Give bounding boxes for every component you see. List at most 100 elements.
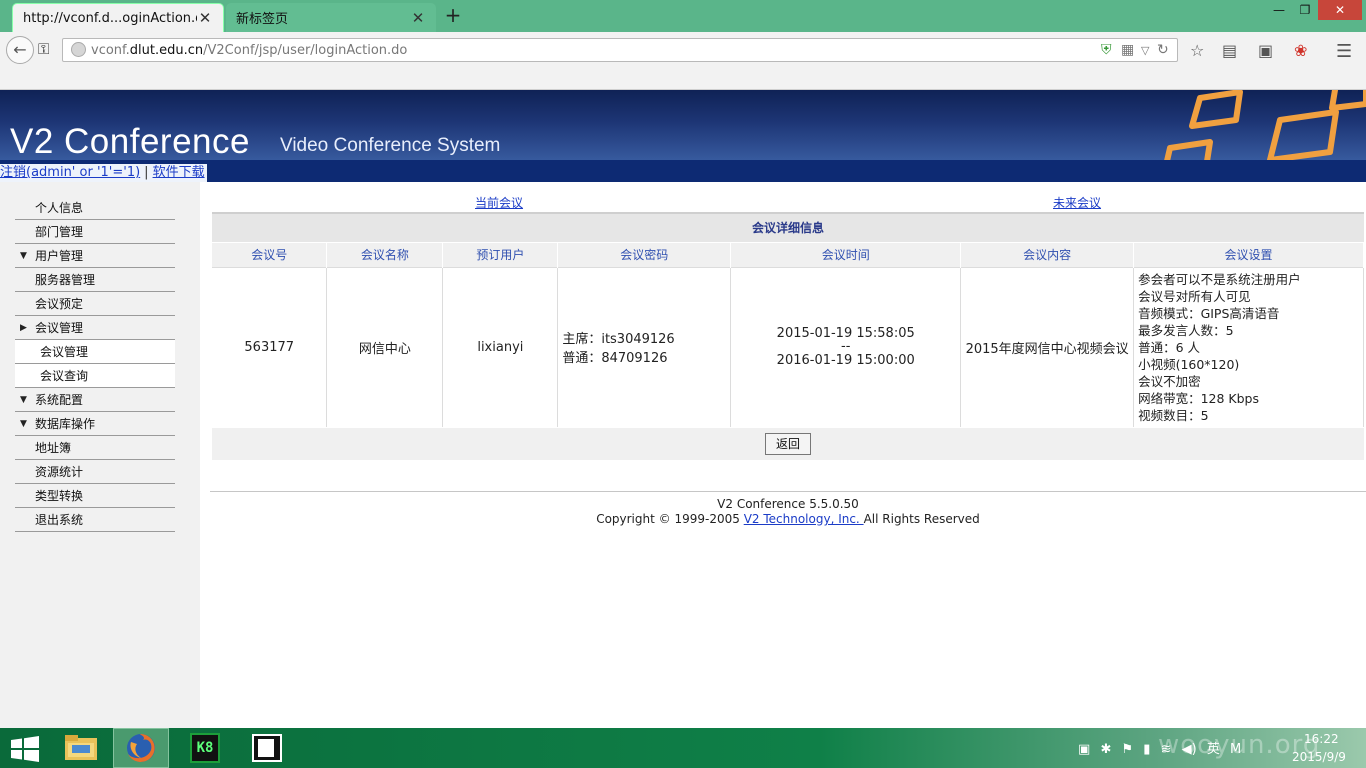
sidebar-item-personal-info[interactable]: 个人信息 [15, 196, 175, 220]
sidebar: 个人信息 部门管理 ▼ 用户管理 服务器管理 会议预定 ▶ 会议管理 会议管理 会议… [0, 182, 200, 728]
sidebar-subitem-meeting-query[interactable]: 会议查询 [15, 364, 175, 388]
sidebar-item-booking[interactable]: 会议预定 [15, 292, 175, 316]
new-tab-button[interactable]: + [442, 5, 464, 27]
url-domain-prefix: vconf. [91, 43, 130, 58]
sidebar-subitem-meeting-manage[interactable]: 会议管理 [15, 340, 175, 364]
sidebar-item-system-config[interactable]: ▼ 系统配置 [15, 388, 175, 412]
volume-icon[interactable]: ◀) [1182, 742, 1197, 757]
back-icon[interactable]: ← [6, 36, 34, 64]
chair-password: 主席：its3049126 [562, 332, 675, 348]
sidebar-item-label: 系统配置 [35, 393, 84, 407]
addon-icon[interactable]: ❀ [1294, 41, 1307, 60]
bluetooth-icon[interactable]: ✱ [1100, 742, 1111, 757]
pocket-icon[interactable]: ▣ [1258, 41, 1273, 60]
time-separator: -- [841, 339, 851, 355]
footer-version: V2 Conference 5.5.0.50 [717, 497, 859, 511]
windows-start-icon[interactable] [10, 736, 40, 762]
clock-date[interactable]: 2015/9/9 [1292, 750, 1346, 764]
globe-icon[interactable] [71, 42, 86, 57]
banner-decoration [1164, 90, 1366, 160]
sidebar-item-label: 会议管理 [35, 321, 84, 335]
sidebar-item-address-book[interactable]: 地址簿 [15, 436, 175, 460]
browser-titlebar: http://vconf.d...oginAction.do ✕ 新标签页 ✕ … [0, 0, 1366, 32]
separator: | [144, 165, 149, 180]
close-window-icon[interactable]: ✕ [1318, 0, 1362, 20]
firefox-icon[interactable] [113, 728, 169, 768]
language-indicator[interactable]: 英 [1207, 742, 1220, 757]
return-button[interactable]: 返回 [765, 433, 811, 455]
meeting-id: 563177 [212, 266, 328, 427]
shield-icon[interactable]: ⛨ [1101, 42, 1112, 58]
copyright-text: Copyright © 1999-2005 [596, 512, 744, 526]
column-header: 会议名称 [326, 243, 444, 267]
tab-title: 新标签页 [236, 12, 289, 27]
meeting-tab-links: 当前会议 未来会议 [212, 194, 1364, 212]
toolbar-spacer [0, 68, 1366, 90]
user-bar: 注销(admin' or '1'='1) | 软件下载 [0, 160, 1366, 182]
future-meeting-link[interactable]: 未来会议 [1053, 194, 1101, 211]
setting-line: 最多发言人数：5 [1138, 322, 1234, 338]
meeting-settings: 参会者可以不是系统注册用户 会议号对所有人可见 音频模式：GIPS高清语音 最多… [1133, 266, 1364, 427]
sidebar-item-database[interactable]: ▼ 数据库操作 [15, 412, 175, 436]
detail-title: 会议详细信息 [212, 212, 1364, 242]
clock-time[interactable]: 16:22 [1304, 732, 1339, 746]
user-links: 注销(admin' or '1'='1) | 软件下载 [0, 164, 207, 182]
normal-password: 普通：84709126 [562, 351, 668, 367]
tab-close-icon[interactable]: ✕ [197, 9, 213, 27]
url-bar[interactable]: vconf.dlut.edu.cn/V2Conf/jsp/user/loginA… [62, 38, 1178, 62]
star-icon[interactable]: ☆ [1190, 41, 1204, 60]
booking-user: lixianyi [442, 266, 559, 427]
column-header: 会议密码 [557, 243, 732, 267]
sidebar-item-label: 会议管理 [40, 345, 89, 359]
meeting-detail-table: 会议号 会议名称 预订用户 会议密码 会议时间 会议内容 会议设置 563177… [212, 243, 1364, 427]
browser-tab-active[interactable]: http://vconf.d...oginAction.do ✕ [12, 3, 224, 32]
footer-divider [210, 491, 1366, 492]
minimize-icon[interactable]: — [1266, 0, 1292, 20]
qr-icon[interactable]: ▦ [1121, 42, 1134, 58]
window-app-icon[interactable] [239, 728, 295, 768]
column-header: 会议时间 [730, 243, 962, 267]
setting-line: 普通：6 人 [1138, 339, 1200, 355]
footer-copyright: Copyright © 1999-2005 V2 Technology, Inc… [200, 512, 1366, 526]
sidebar-item-resource-stats[interactable]: 资源统计 [15, 460, 175, 484]
k8-app-icon[interactable]: K8 [177, 728, 233, 768]
sidebar-item-exit[interactable]: 退出系统 [15, 508, 175, 532]
logout-link[interactable]: 注销(admin' or '1'='1) [0, 165, 140, 180]
chevron-down-icon[interactable]: ▽ [1141, 44, 1149, 57]
tab-close-icon[interactable]: ✕ [410, 9, 426, 27]
system-tray: ▣ ✱ ⚑ ▮ ≋ ◀) 英 M [1078, 738, 1247, 758]
sidebar-item-label: 退出系统 [35, 513, 84, 527]
return-row: 返回 [212, 428, 1364, 460]
sidebar-item-type-convert[interactable]: 类型转换 [15, 484, 175, 508]
folder-icon [65, 735, 97, 760]
sidebar-item-servers[interactable]: 服务器管理 [15, 268, 175, 292]
battery-icon[interactable]: ▮ [1143, 742, 1150, 757]
action-center-icon[interactable]: ⚑ [1121, 742, 1133, 757]
expanded-triangle-icon: ▼ [20, 395, 27, 405]
restore-icon[interactable]: ❐ [1292, 0, 1318, 20]
url-text[interactable]: vconf.dlut.edu.cn/V2Conf/jsp/user/loginA… [91, 43, 407, 58]
expanded-triangle-icon: ▼ [20, 419, 27, 429]
software-download-link[interactable]: 软件下载 [153, 165, 205, 180]
tab-title: http://vconf.d...oginAction.do [23, 10, 197, 26]
setting-line: 音频模式：GIPS高清语音 [1138, 305, 1280, 321]
column-header: 会议号 [212, 243, 328, 267]
reload-icon[interactable]: ↻ [1157, 42, 1169, 58]
sidebar-item-department[interactable]: 部门管理 [15, 220, 175, 244]
menu-icon[interactable]: ☰ [1336, 41, 1352, 62]
column-header: 预订用户 [442, 243, 559, 267]
taskbar: K8 wooyun.org ▣ ✱ ⚑ ▮ ≋ ◀) 英 M 16:22 201… [0, 728, 1366, 768]
url-path: /V2Conf/jsp/user/loginAction.do [203, 43, 408, 58]
key-icon[interactable]: ⚿ [38, 40, 49, 58]
tray-app-icon[interactable]: ▣ [1078, 742, 1090, 757]
setting-line: 会议不加密 [1138, 373, 1201, 389]
sidebar-item-meetings[interactable]: ▶ 会议管理 [15, 316, 175, 340]
browser-tab-newtab[interactable]: 新标签页 ✕ [226, 3, 436, 32]
sidebar-item-users[interactable]: ▼ 用户管理 [15, 244, 175, 268]
current-meeting-link[interactable]: 当前会议 [475, 194, 523, 211]
reader-icon[interactable]: ▤ [1222, 41, 1237, 60]
ime-indicator[interactable]: M [1230, 742, 1241, 757]
file-explorer-icon[interactable] [53, 728, 109, 768]
network-icon[interactable]: ≋ [1161, 742, 1172, 757]
v2-technology-link[interactable]: V2 Technology, Inc. [744, 512, 864, 526]
